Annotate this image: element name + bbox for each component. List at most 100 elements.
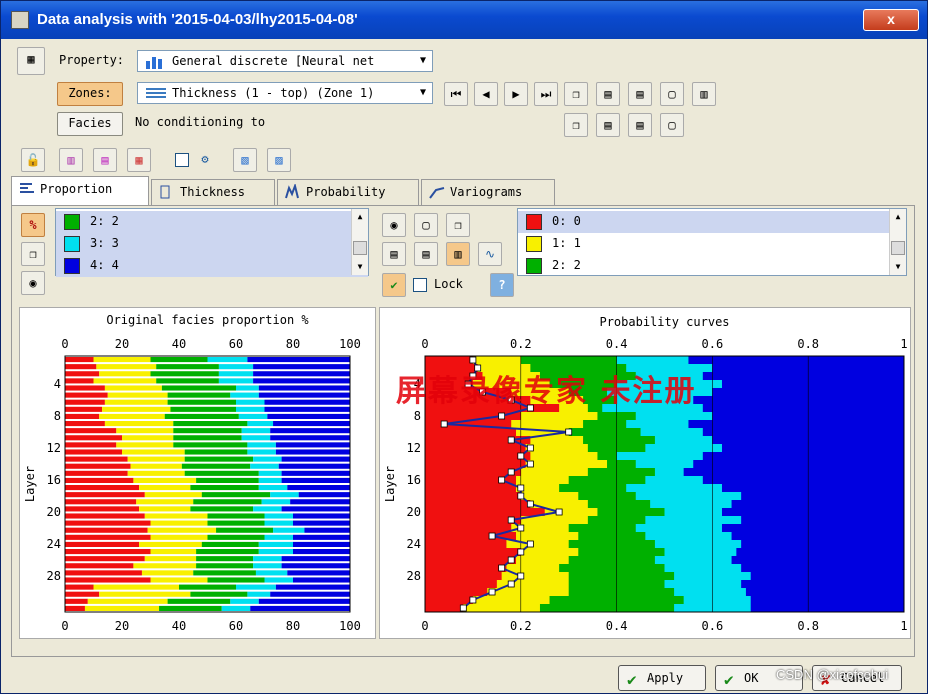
bar-segment (201, 541, 259, 547)
bar-segment (65, 499, 137, 505)
copy-icon[interactable]: ❐ (21, 242, 45, 266)
x-tick-label-top: 0.2 (510, 337, 532, 351)
left-facies-list[interactable]: 2: 2 3: 3 4: 4 ▲ ▼ (55, 208, 369, 277)
list-item[interactable]: 4: 4 (56, 255, 368, 277)
list-item[interactable]: 2: 2 (56, 211, 368, 233)
bar-segment (65, 527, 148, 533)
grid-colors-icon[interactable]: ▦ (127, 148, 151, 172)
previous-icon[interactable]: ◀ (474, 82, 498, 106)
bar-segment (107, 392, 168, 398)
document-icon[interactable]: ▢ (660, 113, 684, 137)
x-tick-label-top: 0 (421, 337, 428, 351)
thickness-icon (160, 185, 170, 199)
help-button[interactable]: ? (490, 273, 514, 297)
eye-icon[interactable]: ◉ (21, 271, 45, 295)
first-icon[interactable]: ⏮ (444, 82, 468, 106)
x-tick-label-top: 80 (286, 337, 300, 351)
bar-segment (65, 584, 94, 590)
x-tick-label-bottom: 60 (229, 619, 243, 633)
percent-icon[interactable]: % (21, 213, 45, 237)
close-button[interactable]: x (863, 9, 919, 31)
tab-thickness[interactable]: Thickness (151, 179, 275, 205)
bar-segment (139, 541, 202, 547)
paste-special-icon[interactable]: ▤ (628, 113, 652, 137)
bar-icon (146, 57, 162, 69)
y-tick-label: 24 (47, 537, 61, 551)
bar-segment (65, 549, 151, 555)
histogram-icon[interactable]: ▤ (93, 148, 117, 172)
chart-icon[interactable]: ▦ (17, 47, 45, 75)
x-tick-label-bottom: 0.2 (510, 619, 532, 633)
bar-segment (156, 364, 219, 370)
copy-icon[interactable]: ❐ (564, 82, 588, 106)
right-facies-list[interactable]: 0: 0 1: 1 2: 2 ▲ ▼ (517, 208, 907, 276)
check-icon[interactable]: ✔ (382, 273, 406, 297)
curve-point (469, 356, 477, 364)
right-list-scrollbar[interactable]: ▲ ▼ (889, 209, 906, 275)
copy-icon[interactable]: ❐ (446, 213, 470, 237)
y-tick-label: 20 (47, 505, 61, 519)
color-bars-icon[interactable]: ▥ (59, 148, 83, 172)
paste-special-icon[interactable]: ▤ (628, 82, 652, 106)
curve-icon[interactable]: ∿ (478, 242, 502, 266)
x-tick-label-top: 100 (339, 337, 361, 351)
stacked-icon[interactable]: ▥ (446, 242, 470, 266)
title-bar[interactable]: Data analysis with '2015-04-03/lhy2015-0… (1, 1, 927, 39)
bar-segment (293, 541, 350, 547)
paste-icon[interactable]: ▤ (596, 113, 620, 137)
x-tick-label-top: 0.6 (702, 337, 724, 351)
curve-point (517, 452, 525, 460)
curve-point (526, 444, 534, 452)
bar-segment (230, 598, 259, 604)
list-item[interactable]: 3: 3 (56, 233, 368, 255)
bar-segment (270, 428, 350, 434)
list-item[interactable]: 0: 0 (518, 211, 906, 233)
bar-segment (207, 534, 265, 540)
document-icon[interactable]: ▢ (414, 213, 438, 237)
play-icon[interactable]: ▶ (504, 82, 528, 106)
bar-segment (270, 591, 350, 597)
curve-point (440, 420, 448, 428)
bar-segment (190, 506, 254, 512)
toolbar-checkbox[interactable] (175, 153, 189, 167)
zones-button[interactable]: Zones: (57, 82, 123, 106)
y-tick-label: 28 (407, 569, 421, 583)
lock-checkbox[interactable] (413, 278, 427, 292)
bar-segment (99, 413, 165, 419)
curve-point (507, 436, 515, 444)
left-list-scrollbar[interactable]: ▲ ▼ (351, 209, 368, 275)
curve-point (469, 596, 477, 604)
last-icon[interactable]: ⏭ (534, 82, 558, 106)
bars-alt-icon[interactable]: ▤ (414, 242, 438, 266)
bar-segment (130, 463, 182, 469)
documents-icon[interactable]: ▥ (692, 82, 716, 106)
list-item[interactable]: 2: 2 (518, 255, 906, 277)
filter-icon[interactable]: ⚙ (193, 148, 217, 172)
bar-segment (304, 527, 350, 533)
property-select[interactable]: General discrete [Neural net ▼ (137, 50, 433, 72)
bar-segment (139, 506, 191, 512)
list-item[interactable]: 1: 1 (518, 233, 906, 255)
y-tick-label: 16 (407, 473, 421, 487)
paste-icon[interactable]: ▤ (596, 82, 620, 106)
apply-button[interactable]: ✔ Apply (618, 665, 706, 691)
bar-segment (133, 563, 197, 569)
bar-segment (122, 435, 174, 441)
zones-select[interactable]: Thickness (1 - top) (Zone 1) ▼ (137, 82, 433, 104)
tab-variograms[interactable]: Variograms (421, 179, 555, 205)
unlock-icon[interactable]: 🔓 (21, 148, 45, 172)
x-tick-label-top: 1 (900, 337, 907, 351)
palette-edit-icon[interactable]: ▨ (267, 148, 291, 172)
bar-segment (65, 485, 140, 491)
bar-segment (230, 392, 259, 398)
bar-segment (281, 456, 350, 462)
copy-icon[interactable]: ❐ (564, 113, 588, 137)
palette-icon[interactable]: ▧ (233, 148, 257, 172)
tab-probability[interactable]: Probability (277, 179, 419, 205)
document-icon[interactable]: ▢ (660, 82, 684, 106)
eye-icon[interactable]: ◉ (382, 213, 406, 237)
facies-button[interactable]: Facies (57, 112, 123, 136)
bars-icon[interactable]: ▤ (382, 242, 406, 266)
tab-proportion[interactable]: Proportion (11, 176, 149, 206)
bar-segment (96, 364, 157, 370)
